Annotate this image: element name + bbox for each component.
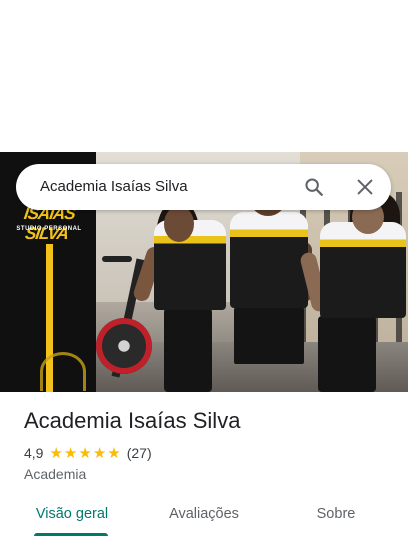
active-tab-indicator <box>34 533 108 536</box>
banner-title: ISAÍAS SILVA <box>22 204 77 243</box>
banner-logo <box>40 352 86 391</box>
star-icon: ★ <box>78 444 92 462</box>
place-category: Academia <box>24 466 87 482</box>
search-bar[interactable]: Academia Isaías Silva <box>16 164 391 210</box>
star-rating: ★ ★ ★ ★ ★ <box>49 446 120 461</box>
tab-overview[interactable]: Visão geral <box>22 496 122 532</box>
rating-row[interactable]: 4,9 ★ ★ ★ ★ ★ (27) <box>24 444 152 462</box>
trainer-center <box>222 182 314 392</box>
rating-value: 4,9 <box>24 445 44 461</box>
place-title: Academia Isaías Silva <box>24 408 241 433</box>
star-icon: ★ <box>49 444 63 462</box>
search-icon[interactable] <box>303 176 325 198</box>
tab-reviews[interactable]: Avaliações <box>150 496 258 532</box>
review-count[interactable]: (27) <box>127 445 152 461</box>
star-icon: ★ <box>107 444 121 462</box>
place-tabs: Visão geral Avaliações Sobre <box>0 496 408 544</box>
close-icon[interactable] <box>354 176 376 198</box>
star-icon: ★ <box>63 444 78 462</box>
blank-area <box>0 0 408 152</box>
star-icon: ★ <box>92 444 107 462</box>
banner-subtitle: STUDIO PERSONAL <box>16 226 82 232</box>
trainer-right <box>298 192 408 392</box>
trainer-left <box>131 192 230 392</box>
search-input[interactable]: Academia Isaías Silva <box>40 164 188 210</box>
tab-about[interactable]: Sobre <box>296 496 376 532</box>
